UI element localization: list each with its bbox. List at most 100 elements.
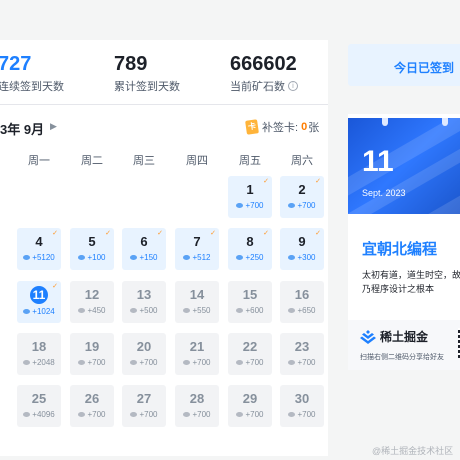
share-section: 稀土掘金 扫描右侧二维码分享给好友 [348, 320, 460, 370]
stat-total-days: 789 累计签到天数 [114, 52, 180, 94]
check-icon: ✓ [52, 283, 58, 290]
check-icon: ✓ [157, 230, 163, 237]
calendar-day-cell[interactable]: 15 +600 [228, 281, 272, 323]
ore-icon [183, 255, 191, 260]
calendar-day-cell[interactable]: 5 +100 ✓ [70, 228, 114, 270]
chevron-right-icon[interactable]: ▶ [50, 121, 57, 132]
day-reward: +700 [228, 410, 272, 419]
calendar-pin-icon [442, 118, 448, 126]
calendar-day-cell[interactable]: 27 +700 [122, 385, 166, 427]
ore-icon [288, 360, 296, 365]
calendar-day-cell[interactable]: 9 +300 ✓ [280, 228, 324, 270]
calendar-day-cell[interactable]: 7 +512 ✓ [175, 228, 219, 270]
day-number: 12 [84, 287, 100, 302]
ore-icon [236, 203, 244, 208]
calendar-day-cell[interactable]: 28 +700 [175, 385, 219, 427]
calendar-day-cell[interactable]: 22 +700 [228, 333, 272, 375]
day-reward: +700 [175, 358, 219, 367]
month-label: 3年 9月 [0, 122, 45, 137]
ore-icon [288, 255, 296, 260]
day-reward: +700 [70, 410, 114, 419]
day-number: 14 [189, 287, 205, 302]
day-reward: +700 [228, 358, 272, 367]
day-reward: +700 [122, 358, 166, 367]
calendar-day-cell[interactable]: 2 +700 ✓ [280, 176, 324, 218]
ore-icon [183, 308, 191, 313]
day-number: 13 [136, 287, 152, 302]
ore-icon [78, 308, 86, 313]
stat-value: 789 [114, 53, 148, 75]
daily-fortune-card: 11 Sept. 2023 宜朝北编程 太初有道，道生时空，故 乃程序设计之根本… [348, 114, 460, 370]
calendar-day-cell[interactable]: 26 +700 [70, 385, 114, 427]
month-header: 3年 9月 ▶ 卡 补签卡: 0 张 [0, 118, 328, 138]
day-number: 22 [242, 339, 258, 354]
daily-day: 11 [362, 145, 394, 178]
day-number: 18 [31, 339, 47, 354]
ore-icon [130, 360, 138, 365]
ore-icon [130, 255, 138, 260]
calendar-day-cell[interactable]: 8 +250 ✓ [228, 228, 272, 270]
day-number: 16 [294, 287, 310, 302]
check-icon: ✓ [315, 230, 321, 237]
weekday-label: 周一 [28, 155, 50, 167]
ore-icon [236, 308, 244, 313]
calendar-day-cell[interactable]: 6 +150 ✓ [122, 228, 166, 270]
day-number: 29 [242, 391, 258, 406]
calendar-day-cell[interactable]: 29 +700 [228, 385, 272, 427]
day-number: 25 [31, 391, 47, 406]
stat-label: 累计签到天数 [114, 81, 180, 93]
ore-icon [78, 360, 86, 365]
stat-label: 连续签到天数 [0, 81, 64, 93]
calendar-day-cell[interactable]: 20 +700 [122, 333, 166, 375]
calendar-day-cell[interactable]: 23 +700 [280, 333, 324, 375]
calendar-day-cell[interactable]: 16 +650 [280, 281, 324, 323]
calendar-day-cell[interactable]: 1 +700 ✓ [228, 176, 272, 218]
calendar-day-cell[interactable]: 19 +700 [70, 333, 114, 375]
signed-in-button[interactable]: 今日已签到 [348, 44, 460, 86]
calendar-day-cell[interactable]: 18 +2048 [17, 333, 61, 375]
weekday-label: 周六 [291, 155, 313, 167]
day-reward: +700 [70, 358, 114, 367]
calendar-day-cell[interactable]: 4 +5120 ✓ [17, 228, 61, 270]
fortune-text: 太初有道，道生时空，故 乃程序设计之根本 [362, 270, 460, 294]
calendar-day-cell[interactable]: 14 +550 [175, 281, 219, 323]
day-reward: +700 [280, 201, 324, 210]
day-reward: +1024 [17, 307, 61, 316]
ore-icon [23, 255, 31, 260]
calendar-day-cell[interactable]: 30 +700 [280, 385, 324, 427]
day-reward: +700 [280, 358, 324, 367]
check-icon: ✓ [105, 230, 111, 237]
calendar-day-cell[interactable]: 25 +4096 [17, 385, 61, 427]
ore-icon [183, 360, 191, 365]
calendar-day-cell[interactable]: 21 +700 [175, 333, 219, 375]
weekday-label: 周四 [186, 155, 208, 167]
calendar-day-cell[interactable]: 13 +500 [122, 281, 166, 323]
ore-icon [23, 309, 31, 314]
day-reward: +250 [228, 253, 272, 262]
stat-label: 当前矿石数 i [230, 78, 298, 94]
weekday-label: 周三 [133, 155, 155, 167]
ore-icon [288, 203, 296, 208]
calendar-day-cell[interactable]: 12 +450 [70, 281, 114, 323]
day-number: 23 [294, 339, 310, 354]
stat-ore-count: 666602 当前矿石数 i [230, 52, 298, 94]
day-reward: +100 [70, 253, 114, 262]
ore-icon [236, 255, 244, 260]
ore-icon [236, 360, 244, 365]
ore-icon [183, 412, 191, 417]
info-icon[interactable]: i [288, 81, 298, 91]
day-reward: +700 [280, 410, 324, 419]
calendar-day-cell[interactable]: 11 +1024 ✓ [17, 281, 61, 323]
watermark: @稀土掘金技术社区 [372, 446, 454, 456]
makeup-card-icon: 卡 [245, 119, 259, 135]
day-reward: +700 [122, 410, 166, 419]
calendar-pin-icon [382, 118, 388, 126]
check-icon: ✓ [263, 178, 269, 185]
ore-icon [130, 308, 138, 313]
makeup-card-info[interactable]: 卡 补签卡: 0 张 [245, 119, 319, 135]
day-reward: +300 [280, 253, 324, 262]
day-reward: +150 [122, 253, 166, 262]
day-reward: +2048 [17, 358, 61, 367]
ore-icon [78, 412, 86, 417]
ore-icon [288, 308, 296, 313]
